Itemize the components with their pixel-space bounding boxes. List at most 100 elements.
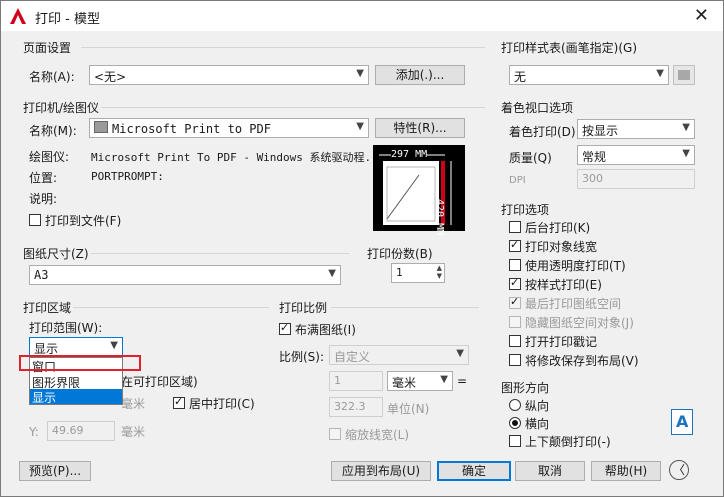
copies-group-label: 打印份数(B) — [367, 247, 433, 261]
help-button[interactable]: 帮助(H) — [591, 461, 661, 481]
upside-down-checkbox[interactable] — [509, 435, 521, 447]
paper-preview: 297 MM 420 MM — [373, 145, 465, 235]
plot-scale-group-label: 打印比例 — [279, 301, 328, 315]
close-icon[interactable]: ✕ — [694, 5, 709, 26]
style-table-group-label: 打印样式表(画笔指定)(G) — [501, 41, 638, 55]
portrait-radio[interactable] — [509, 399, 521, 411]
scale-label: 比例(S): — [279, 350, 325, 364]
spin-arrows-icon[interactable]: ▲ ▼ — [437, 264, 442, 280]
paper-size-group-label: 图纸尺寸(Z) — [23, 247, 89, 261]
print-to-file-label: 打印到文件(F) — [45, 214, 122, 228]
shaded-viewport-group-label: 着色视口选项 — [501, 101, 574, 115]
copies-value: 1 — [396, 266, 403, 279]
dropdown-option-limits[interactable]: 图形界限 — [30, 373, 122, 390]
scale-lineweight-label: 缩放线宽(L) — [345, 428, 410, 442]
apply-to-layout-button[interactable]: 应用到布局(U) — [331, 461, 431, 481]
y-offset-label: Y: — [29, 425, 39, 439]
collapse-options-icon[interactable]: 〈 — [669, 460, 689, 480]
copies-input[interactable]: 1 ▲ ▼ — [391, 263, 445, 283]
preview-width-label: 297 MM — [391, 149, 428, 160]
plot-option-label: 隐藏图纸空间对象(J) — [525, 316, 634, 330]
plot-option-label: 打印对象线宽 — [525, 240, 598, 254]
scale-unit2-label: 单位(N) — [387, 402, 430, 416]
page-setup-name-select[interactable]: <无> ▼ — [89, 65, 369, 85]
dpi-value: 300 — [582, 172, 603, 185]
plot-option-checkbox[interactable] — [509, 316, 521, 328]
location-value: PORTPROMPT: — [91, 170, 164, 183]
y-unit-label: 毫米 — [121, 425, 146, 439]
plot-option-checkbox[interactable] — [509, 335, 521, 347]
quality-label: 质量(Q) — [509, 151, 552, 165]
chevron-down-icon: ▼ — [356, 68, 364, 79]
style-table-value: 无 — [514, 70, 527, 84]
plot-option-label: 后台打印(K) — [525, 221, 591, 235]
printer-properties-button[interactable]: 特性(R)... — [375, 118, 465, 138]
plot-option-label: 最后打印图纸空间 — [525, 297, 622, 311]
fit-paper-label: 布满图纸(I) — [295, 323, 356, 337]
dpi-input[interactable]: 300 — [577, 169, 695, 189]
plot-option-checkbox[interactable] — [509, 259, 521, 271]
paper-size-group-line — [91, 253, 349, 254]
cancel-button[interactable]: 取消 — [515, 461, 585, 481]
landscape-label: 横向 — [525, 417, 550, 431]
scale-unit-select[interactable]: 毫米 ▼ — [387, 371, 453, 391]
orientation-icon-letter: A — [676, 412, 689, 431]
printer-name-select[interactable]: Microsoft Print to PDF ▼ — [89, 118, 369, 138]
plot-range-label: 打印范围(W): — [29, 321, 103, 335]
scale-unit-value: 毫米 — [392, 376, 417, 390]
plot-option-label: 使用透明度打印(T) — [525, 259, 626, 273]
page-setup-group-label: 页面设置 — [23, 41, 72, 55]
edit-style-table-icon[interactable] — [673, 65, 695, 85]
chevron-down-icon: ▼ — [328, 268, 336, 279]
plot-option-checkbox[interactable] — [509, 295, 521, 309]
landscape-radio[interactable] — [509, 417, 521, 429]
add-page-setup-button[interactable]: 添加(.)... — [375, 65, 465, 85]
scale-value: 自定义 — [334, 350, 371, 364]
style-table-select[interactable]: 无 ▼ — [509, 65, 669, 85]
shade-plot-select[interactable]: 按显示 ▼ — [577, 119, 695, 139]
title-bar: 打印 - 模型 ✕ — [1, 1, 723, 31]
quality-select[interactable]: 常规 ▼ — [577, 145, 695, 165]
plot-area-group-label: 打印区域 — [23, 301, 72, 315]
quality-value: 常规 — [582, 150, 607, 164]
upside-down-label: 上下颠倒打印(-) — [525, 435, 611, 449]
preview-button[interactable]: 预览(P)... — [19, 461, 91, 481]
plot-option-label: 打开打印戳记 — [525, 335, 598, 349]
scale-select[interactable]: 自定义 ▼ — [329, 345, 469, 365]
chevron-down-icon: ▼ — [440, 374, 448, 385]
paper-size-select[interactable]: A3 ▼ — [29, 265, 341, 285]
printer-icon — [94, 121, 108, 133]
dpi-label: DPI — [509, 175, 526, 186]
orientation-group-label: 图形方向 — [501, 381, 550, 395]
chevron-down-icon: ▼ — [682, 148, 690, 159]
ok-button[interactable]: 确定 — [437, 461, 511, 481]
y-offset-input[interactable]: 49.69 — [47, 421, 115, 441]
shade-plot-value: 按显示 — [582, 124, 619, 138]
plot-option-checkbox[interactable] — [509, 221, 521, 233]
plot-range-select[interactable]: 显示 ▼ — [29, 337, 123, 357]
portrait-label: 纵向 — [525, 399, 550, 413]
printer-name-value: Microsoft Print to PDF — [112, 122, 271, 136]
scale-value2-input[interactable]: 322.3 — [329, 397, 383, 417]
plot-option-checkbox[interactable] — [509, 354, 521, 366]
description-label: 说明: — [29, 192, 58, 206]
highlight-annotation-box — [19, 355, 141, 371]
printer-group-line — [101, 107, 485, 108]
plot-option-label: 按样式打印(E) — [525, 278, 602, 292]
plot-option-checkbox[interactable] — [509, 238, 521, 252]
plot-option-checkbox[interactable] — [509, 276, 521, 290]
chevron-down-icon: ▼ — [656, 68, 664, 79]
fit-paper-checkbox[interactable] — [279, 321, 291, 335]
plot-area-group-line — [73, 307, 269, 308]
chevron-down-icon: ▼ — [110, 340, 118, 351]
center-print-checkbox[interactable] — [173, 395, 185, 409]
print-to-file-checkbox[interactable] — [29, 214, 41, 226]
dropdown-option-display[interactable]: 显示 — [30, 389, 122, 405]
chevron-down-icon: ▼ — [356, 121, 364, 132]
scale-lineweight-checkbox[interactable] — [329, 428, 341, 440]
window-title: 打印 - 模型 — [35, 12, 100, 27]
scale-value1-input[interactable]: 1 — [329, 371, 383, 391]
plot-offset-group-label: 在可打印区域) — [121, 375, 198, 389]
autocad-logo-icon — [10, 8, 26, 24]
chevron-down-icon: ▼ — [682, 122, 690, 133]
